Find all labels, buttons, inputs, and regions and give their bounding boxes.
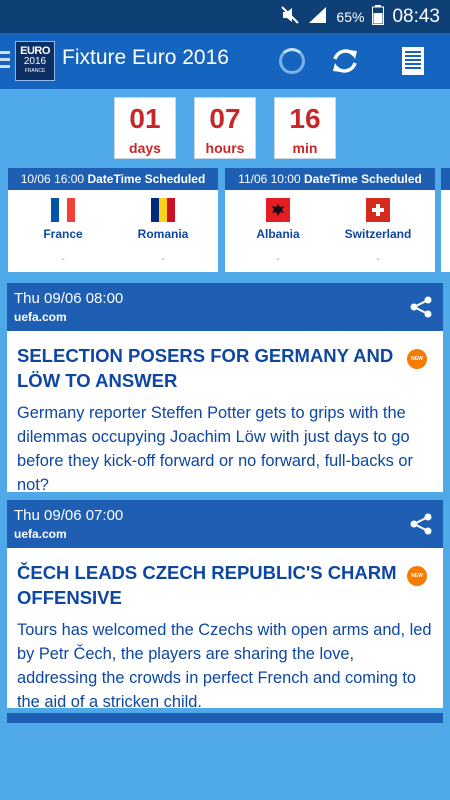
- romania-flag-icon: [151, 198, 175, 222]
- countdown-value: 01: [129, 103, 161, 134]
- home-team: Albania: [233, 198, 323, 241]
- news-date: Thu 09/06 08:00: [14, 290, 124, 307]
- news-card-partial[interactable]: [7, 713, 443, 723]
- app-bar: EURO 2016 FRANCE Fixture Euro 2016: [0, 33, 450, 89]
- news-title[interactable]: SELECTION POSERS FOR GERMANY AND LÖW TO …: [17, 343, 402, 393]
- match-card[interactable]: 10/06 16:00 DateTime Scheduled France Ro…: [8, 168, 218, 272]
- battery-icon: [372, 4, 385, 29]
- mute-icon: [280, 5, 300, 28]
- news-header: Thu 09/06 08:00 uefa.com: [7, 283, 443, 331]
- app-title: Fixture Euro 2016: [62, 46, 229, 69]
- countdown-minutes: 16 min: [274, 97, 336, 159]
- logo-line3: FRANCE: [24, 68, 46, 74]
- status-bar: 65% 08:43: [0, 0, 450, 33]
- match-datetime: 10/06 16:00: [20, 172, 85, 186]
- clock: 08:43: [392, 5, 440, 27]
- away-team: Switzerland: [333, 198, 423, 241]
- match-carousel[interactable]: 10/06 16:00 DateTime Scheduled France Ro…: [0, 168, 450, 272]
- spinner-icon: [279, 48, 305, 74]
- news-header: Thu 09/06 07:00 uefa.com: [7, 500, 443, 548]
- countdown-value: 16: [289, 103, 321, 134]
- list-icon[interactable]: [402, 47, 424, 79]
- euro-2016-logo: EURO 2016 FRANCE: [15, 41, 55, 81]
- refresh-icon[interactable]: [330, 45, 360, 81]
- countdown-value: 07: [209, 103, 241, 134]
- news-source: uefa.com: [14, 527, 67, 541]
- countdown: 01 days 07 hours 16 min: [0, 97, 450, 159]
- news-description: Germany reporter Steffen Potter gets to …: [17, 404, 413, 494]
- new-badge: NEW: [407, 349, 427, 369]
- countdown-unit: days: [129, 140, 161, 156]
- countdown-unit: min: [292, 140, 318, 156]
- team-name: Romania: [137, 227, 189, 241]
- match-header: 11/06 10:00 DateTime Scheduled: [225, 168, 435, 190]
- share-icon[interactable]: [409, 512, 433, 540]
- match-header: [441, 168, 450, 190]
- battery-percent: 65%: [336, 8, 365, 25]
- news-title[interactable]: ČECH LEADS CZECH REPUBLIC'S CHARM OFFENS…: [17, 560, 402, 610]
- away-team: Romania: [118, 198, 208, 241]
- news-description: Tours has welcomed the Czechs with open …: [17, 621, 432, 711]
- new-badge: NEW: [407, 566, 427, 586]
- countdown-days: 01 days: [114, 97, 176, 159]
- home-team: France: [18, 198, 108, 241]
- away-score: -: [161, 254, 165, 265]
- team-name: France: [43, 227, 83, 241]
- match-card[interactable]: 11/06 10:00 DateTime Scheduled Albania S…: [225, 168, 435, 272]
- signal-icon: [308, 6, 328, 28]
- switzerland-flag-icon: [366, 198, 390, 222]
- match-card-partial[interactable]: [441, 168, 450, 272]
- match-datetime: 11/06 10:00: [238, 172, 301, 186]
- match-status: DateTime Scheduled: [87, 172, 206, 186]
- news-card[interactable]: Thu 09/06 07:00 uefa.com ČECH LEADS CZEC…: [7, 500, 443, 711]
- home-score: -: [61, 254, 65, 265]
- albania-flag-icon: [266, 198, 290, 222]
- away-score: -: [376, 254, 380, 265]
- france-flag-icon: [51, 198, 75, 222]
- share-icon[interactable]: [409, 295, 433, 323]
- countdown-hours: 07 hours: [194, 97, 256, 159]
- home-score: -: [276, 254, 280, 265]
- countdown-unit: hours: [205, 140, 245, 156]
- news-body: ČECH LEADS CZECH REPUBLIC'S CHARM OFFENS…: [7, 548, 443, 714]
- match-header: 10/06 16:00 DateTime Scheduled: [8, 168, 218, 190]
- match-status: DateTime Scheduled: [304, 172, 422, 186]
- news-card[interactable]: Thu 09/06 08:00 uefa.com SELECTION POSER…: [7, 283, 443, 494]
- news-body: SELECTION POSERS FOR GERMANY AND LÖW TO …: [7, 331, 443, 497]
- logo-line2: 2016: [23, 56, 47, 67]
- team-name: Switzerland: [344, 227, 412, 241]
- news-source: uefa.com: [14, 310, 67, 324]
- menu-icon[interactable]: [0, 51, 10, 71]
- team-name: Albania: [256, 227, 300, 241]
- news-date: Thu 09/06 07:00: [14, 507, 124, 524]
